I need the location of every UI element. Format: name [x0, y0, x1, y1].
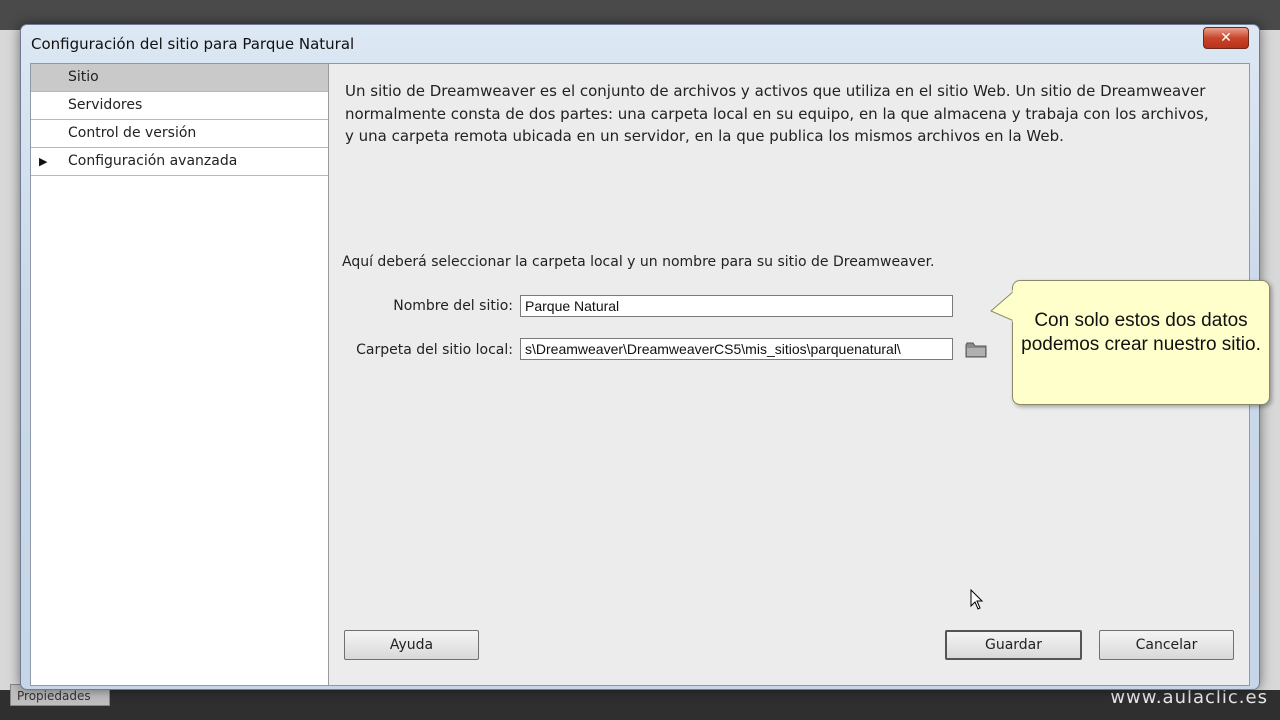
close-icon: ✕ — [1220, 30, 1232, 46]
nav-item-sitio[interactable]: Sitio — [31, 64, 328, 92]
site-name-input[interactable]: Parque Natural — [520, 295, 953, 317]
help-button[interactable]: Ayuda — [344, 630, 479, 660]
callout-text: Con solo estos dos datos podemos crear n… — [1021, 310, 1261, 355]
nav-item-control-version[interactable]: Control de versión — [31, 120, 328, 148]
nav-item-label: Servidores — [68, 97, 143, 113]
local-folder-label: Carpeta del sitio local: — [356, 342, 513, 358]
dialog-title: Configuración del sitio para Parque Natu… — [31, 35, 355, 53]
watermark: www.aulaclic.es — [1110, 687, 1268, 708]
site-name-label: Nombre del sitio: — [393, 298, 513, 314]
callout-tail-shape — [990, 289, 1015, 322]
mouse-cursor-icon — [970, 589, 984, 610]
local-folder-input[interactable]: s\Dreamweaver\DreamweaverCS5\mis_sitios\… — [520, 338, 953, 360]
browse-folder-icon[interactable] — [965, 341, 987, 359]
close-button[interactable]: ✕ — [1203, 27, 1249, 49]
description-text: Un sitio de Dreamweaver es el conjunto d… — [345, 82, 1209, 145]
category-nav: Sitio Servidores Control de versión ▶ Co… — [31, 64, 329, 685]
nav-item-label: Sitio — [68, 69, 99, 85]
nav-item-label: Control de versión — [68, 125, 197, 141]
nav-item-servidores[interactable]: Servidores — [31, 92, 328, 120]
tooltip-callout: Con solo estos dos datos podemos crear n… — [990, 280, 1270, 405]
save-button[interactable]: Guardar — [945, 630, 1082, 660]
expand-arrow-icon[interactable]: ▶ — [39, 148, 47, 175]
instruction-text: Aquí deberá seleccionar la carpeta local… — [342, 254, 935, 270]
nav-item-label: Configuración avanzada — [68, 153, 238, 169]
nav-item-configuracion-avanzada[interactable]: ▶ Configuración avanzada — [31, 148, 328, 176]
cancel-button[interactable]: Cancelar — [1099, 630, 1234, 660]
